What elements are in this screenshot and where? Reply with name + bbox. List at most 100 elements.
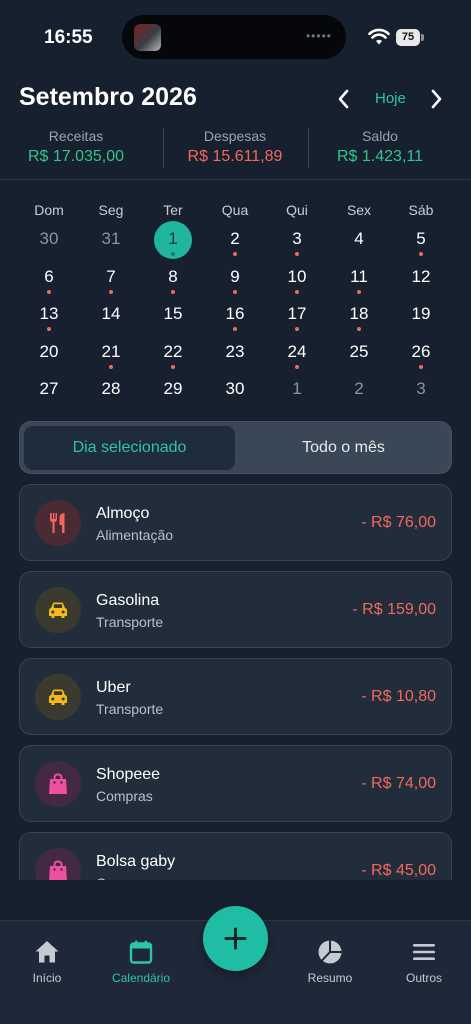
- transaction-item[interactable]: Bolsa gaby Compras - R$ 45,00: [19, 832, 452, 880]
- calendar-day[interactable]: 25: [328, 335, 390, 373]
- calendar-day[interactable]: 11: [328, 260, 390, 298]
- balance-label: Saldo: [362, 128, 398, 144]
- transaction-indicator-dot: [295, 364, 299, 369]
- calendar-weeks: 30 31 1 2 3 4 5 6 7 8 9 10 11 12 13 14 15 16 17 18 19 20 21 22 2…: [18, 221, 452, 410]
- transaction-amount: - R$ 76,00: [361, 514, 436, 531]
- calendar-day[interactable]: 2: [328, 372, 390, 410]
- calendar-day[interactable]: 14: [80, 297, 142, 335]
- transaction-indicator-dot: [233, 289, 237, 294]
- transaction-item[interactable]: Shopeee Compras - R$ 74,00: [19, 745, 452, 822]
- calendar-day[interactable]: 5: [390, 222, 452, 260]
- calendar-day[interactable]: 2: [204, 222, 266, 260]
- day-number: 23: [225, 341, 245, 361]
- menu-icon: [413, 944, 435, 960]
- month-summary: Receitas R$ 17.035,00 Despesas R$ 15.611…: [0, 124, 471, 180]
- day-number: 28: [101, 379, 121, 398]
- calendar-day[interactable]: 29: [142, 372, 204, 410]
- calendar-day[interactable]: 3: [266, 222, 328, 260]
- day-number: 13: [39, 304, 59, 323]
- calendar-day[interactable]: 26: [390, 335, 452, 373]
- calendar-day[interactable]: 9: [204, 260, 266, 298]
- income-label: Receitas: [48, 128, 104, 144]
- day-number: 26: [411, 341, 431, 361]
- weekday-label: Sáb: [408, 202, 434, 218]
- day-number: 15: [163, 304, 183, 323]
- transaction-indicator-dot: [357, 327, 361, 331]
- transaction-amount: - R$ 45,00: [361, 862, 436, 879]
- transaction-amount: - R$ 159,00: [352, 601, 436, 618]
- calendar-day[interactable]: 30: [18, 222, 80, 260]
- calendar-day[interactable]: 30: [204, 372, 266, 410]
- whole-month-tab[interactable]: Todo o mês: [238, 426, 449, 470]
- day-number: 11: [350, 266, 368, 286]
- calendar-day[interactable]: 12: [390, 260, 452, 298]
- income-summary: Receitas R$ 17.035,00: [1, 124, 151, 166]
- calendar-day[interactable]: 16: [204, 297, 266, 335]
- calendar-day-selected[interactable]: 1: [142, 221, 204, 260]
- day-number: 25: [349, 341, 369, 361]
- day-number: 31: [101, 229, 121, 248]
- calendar-day[interactable]: 20: [18, 335, 80, 373]
- audio-indicator-icon: •••••: [305, 29, 332, 43]
- tab-home[interactable]: Início: [7, 939, 87, 985]
- calendar-week: 27 28 29 30 1 2 3: [18, 372, 452, 410]
- transaction-indicator-dot: [109, 289, 113, 294]
- calendar-day[interactable]: 1: [266, 372, 328, 410]
- transaction-item[interactable]: Almoço Alimentação - R$ 76,00: [19, 484, 452, 561]
- day-number: 7: [106, 266, 116, 286]
- tab-home-label: Início: [32, 971, 62, 985]
- tab-calendar[interactable]: Calendário: [101, 939, 181, 985]
- add-transaction-button[interactable]: [203, 906, 268, 971]
- car-icon: [35, 587, 81, 633]
- day-number: 14: [101, 304, 121, 323]
- next-month-button[interactable]: [425, 88, 447, 110]
- weekday-label: Dom: [34, 202, 64, 218]
- day-number: 8: [168, 266, 178, 286]
- day-number: 5: [416, 229, 426, 248]
- calendar-day[interactable]: 6: [18, 260, 80, 298]
- calendar-icon: [129, 940, 153, 964]
- transaction-indicator-dot: [357, 289, 361, 294]
- day-number: 29: [163, 379, 183, 398]
- calendar-day[interactable]: 19: [390, 297, 452, 335]
- transaction-category: Transporte: [96, 701, 164, 717]
- calendar-day[interactable]: 31: [80, 222, 142, 260]
- battery-icon: 75: [396, 29, 424, 46]
- transaction-item[interactable]: Gasolina Transporte - R$ 159,00: [19, 571, 452, 648]
- today-button[interactable]: Hoje: [375, 90, 406, 107]
- transaction-indicator-dot: [171, 289, 175, 294]
- calendar-day[interactable]: 8: [142, 260, 204, 298]
- calendar-day[interactable]: 18: [328, 297, 390, 335]
- calendar-day[interactable]: 13: [18, 297, 80, 335]
- plus-icon: [224, 927, 247, 950]
- pie-chart-icon: [318, 940, 342, 964]
- calendar-day[interactable]: 23: [204, 335, 266, 373]
- day-number: 16: [225, 304, 245, 323]
- fork-knife-icon: [35, 500, 81, 546]
- calendar-day[interactable]: 15: [142, 297, 204, 335]
- transaction-indicator-dot: [109, 364, 113, 369]
- calendar-day[interactable]: 4: [328, 222, 390, 260]
- tab-summary[interactable]: Resumo: [290, 939, 370, 985]
- day-number: 22: [163, 341, 183, 361]
- calendar-day[interactable]: 28: [80, 372, 142, 410]
- tab-others[interactable]: Outros: [384, 939, 464, 985]
- transaction-category: Alimentação: [96, 527, 174, 543]
- calendar-day[interactable]: 27: [18, 372, 80, 410]
- car-icon: [35, 674, 81, 720]
- weekday-label: Sex: [346, 202, 372, 218]
- day-number: 30: [225, 379, 245, 398]
- previous-month-button[interactable]: [333, 88, 355, 110]
- calendar-day[interactable]: 3: [390, 372, 452, 410]
- calendar-day[interactable]: 22: [142, 335, 204, 373]
- transaction-category: Compras: [96, 788, 153, 804]
- transaction-indicator-dot: [171, 252, 175, 256]
- calendar-day[interactable]: 21: [80, 335, 142, 373]
- transaction-item[interactable]: Uber Transporte - R$ 10,80: [19, 658, 452, 735]
- calendar-day[interactable]: 24: [266, 335, 328, 373]
- selected-day-tab[interactable]: Dia selecionado: [24, 426, 235, 470]
- calendar-day[interactable]: 17: [266, 297, 328, 335]
- calendar-day[interactable]: 10: [266, 260, 328, 298]
- calendar-day[interactable]: 7: [80, 260, 142, 298]
- wifi-icon: [368, 28, 390, 45]
